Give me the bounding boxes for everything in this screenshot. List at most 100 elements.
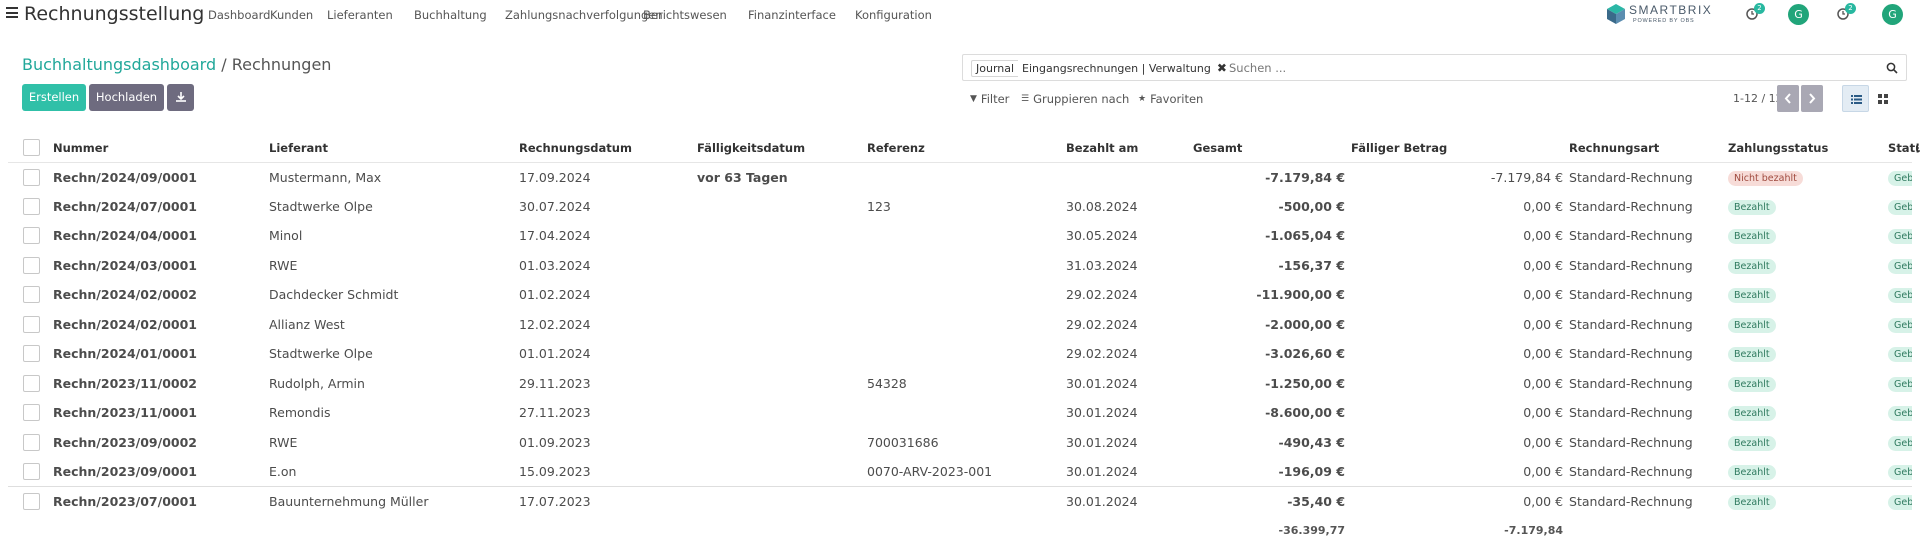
row-checkbox[interactable] bbox=[23, 315, 40, 333]
column-header-paid-on[interactable]: Bezahlt am bbox=[1066, 134, 1193, 163]
column-header-due-date[interactable]: Fälligkeitsdatum bbox=[697, 134, 867, 163]
avatar[interactable]: G bbox=[1788, 4, 1809, 25]
column-header-number[interactable]: Nummer bbox=[53, 134, 269, 163]
payment-status-cell: Bezahlt bbox=[1728, 310, 1888, 340]
row-checkbox[interactable] bbox=[23, 404, 40, 422]
supplier-name: Remondis bbox=[269, 405, 331, 421]
table-row[interactable]: Rechn/2023/11/0001 Remondis 27.11.2023 30.0… bbox=[8, 398, 1913, 428]
menu-toggle-icon[interactable] bbox=[6, 7, 18, 18]
filter-toggle[interactable]: ▼ Filter bbox=[970, 92, 1009, 106]
menu-item-konfiguration[interactable]: Konfiguration bbox=[855, 8, 932, 22]
due-date: vor 63 Tagen bbox=[697, 169, 788, 185]
pager-value[interactable]: 1-12 / 12 bbox=[1733, 92, 1783, 105]
activity-icon-2[interactable]: 2 bbox=[1837, 3, 1856, 21]
activity-icon[interactable]: 2 bbox=[1746, 3, 1765, 21]
payment-status-badge: Bezahlt bbox=[1728, 406, 1776, 422]
row-checkbox[interactable] bbox=[23, 463, 40, 480]
invoice-type: Standard-Rechnung bbox=[1569, 434, 1693, 450]
reference bbox=[867, 251, 1066, 281]
paid-on-date: 30.01.2024 bbox=[1066, 405, 1138, 421]
row-checkbox[interactable] bbox=[23, 256, 40, 274]
table-row[interactable]: Rechn/2023/07/0001 Bauunternehmung Müller… bbox=[8, 486, 1913, 516]
kanban-view-button[interactable] bbox=[1870, 85, 1897, 112]
menu-item-kunden[interactable]: Kunden bbox=[270, 8, 327, 22]
table-row[interactable]: Rechn/2024/02/0002 Dachdecker Schmidt 01.0… bbox=[8, 280, 1913, 310]
column-header-invoice-type[interactable]: Rechnungsart bbox=[1569, 134, 1729, 163]
breadcrumb-parent[interactable]: Buchhaltungsdashboard bbox=[22, 55, 216, 74]
invoice-type: Standard-Rechnung bbox=[1569, 257, 1693, 273]
column-header-payment-status[interactable]: Zahlungsstatus bbox=[1728, 134, 1889, 163]
invoice-type: Standard-Rechnung bbox=[1569, 228, 1693, 244]
invoice-date: 30.07.2024 bbox=[519, 198, 591, 214]
row-checkbox[interactable] bbox=[23, 345, 40, 363]
paid-on-date: 29.02.2024 bbox=[1066, 287, 1138, 303]
select-all-checkbox[interactable] bbox=[23, 139, 40, 157]
table-row[interactable]: Rechn/2024/09/0001 Mustermann, Max 17.09.2… bbox=[8, 162, 1913, 192]
row-checkbox[interactable] bbox=[23, 197, 40, 215]
search-icon[interactable] bbox=[1886, 62, 1898, 74]
table-row[interactable]: Rechn/2023/09/0002 RWE 01.09.2023 700031686… bbox=[8, 428, 1913, 458]
supplier-name: E.on bbox=[269, 464, 297, 479]
facet-remove-icon[interactable]: ✖ bbox=[1217, 61, 1227, 75]
menu-item-dashboard[interactable]: Dashboard bbox=[208, 8, 270, 22]
column-header-reference[interactable]: Referenz bbox=[867, 134, 1066, 163]
total-amount: -1.065,04 € bbox=[1265, 228, 1346, 244]
menu-item-buchhaltung[interactable]: Buchhaltung bbox=[414, 8, 505, 22]
column-header-status[interactable]: Status bbox=[1888, 134, 1920, 163]
star-icon: ★ bbox=[1138, 94, 1147, 104]
table-row[interactable]: Rechn/2024/03/0001 RWE 01.03.2024 31.03.202… bbox=[8, 251, 1913, 281]
menu-item-zahlungsnachverfolgungen[interactable]: Zahlungsnachverfolgungen bbox=[505, 8, 663, 22]
group-by-toggle[interactable]: ☰ Gruppieren nach bbox=[1021, 92, 1129, 106]
payment-status-badge: Bezahlt bbox=[1728, 317, 1776, 333]
amount-due: 0,00 € bbox=[1351, 486, 1570, 516]
column-header-amount-due[interactable]: Fälliger Betrag bbox=[1351, 134, 1570, 163]
table-row[interactable]: Rechn/2024/01/0001 Stadtwerke Olpe 01.01.2… bbox=[8, 339, 1913, 369]
row-checkbox[interactable] bbox=[23, 433, 40, 451]
menu-item-lieferanten[interactable]: Lieferanten bbox=[327, 8, 414, 22]
table-row[interactable]: Rechn/2024/02/0001 Allianz West 12.02.2024… bbox=[8, 310, 1913, 340]
status-cell: Gebucht bbox=[1888, 457, 1913, 487]
amount-due: 0,00 € bbox=[1523, 287, 1564, 303]
search-input[interactable] bbox=[1229, 59, 1829, 77]
payment-status-cell: Nicht bezahlt bbox=[1728, 162, 1888, 192]
menu-item-berichtswesen[interactable]: Berichtswesen bbox=[643, 8, 748, 22]
app-title[interactable]: Rechnungsstellung bbox=[24, 3, 204, 25]
breadcrumb-current: Rechnungen bbox=[231, 55, 332, 74]
payment-status-badge: Bezahlt bbox=[1728, 199, 1776, 215]
menu-item-finanzinterface[interactable]: Finanzinterface bbox=[748, 8, 855, 22]
totals-row: -36.399,77 -7.179,84 bbox=[8, 516, 1912, 545]
due-date bbox=[697, 486, 867, 516]
table-row[interactable]: Rechn/2023/11/0002 Rudolph, Armin 29.11.20… bbox=[8, 369, 1913, 399]
total-amount: -156,37 € bbox=[1278, 257, 1346, 273]
column-header-supplier[interactable]: Lieferant bbox=[269, 134, 519, 163]
row-checkbox[interactable] bbox=[23, 227, 40, 245]
column-header-total[interactable]: Gesamt bbox=[1193, 134, 1352, 163]
supplier-name: Stadtwerke Olpe bbox=[269, 198, 373, 214]
row-select-cell bbox=[8, 457, 53, 487]
row-checkbox[interactable] bbox=[23, 286, 40, 304]
invoice-number: Rechn/2024/07/0001 bbox=[53, 198, 197, 214]
pager-previous-button[interactable] bbox=[1777, 85, 1799, 112]
upload-button[interactable]: Hochladen bbox=[89, 84, 164, 111]
create-button[interactable]: Erstellen bbox=[22, 84, 86, 111]
table-row[interactable]: Rechn/2024/04/0001 Minol 17.04.2024 30.05.2… bbox=[8, 221, 1913, 251]
pager-next-button[interactable] bbox=[1801, 85, 1823, 112]
favorites-toggle[interactable]: ★ Favoriten bbox=[1138, 92, 1203, 106]
invoice-type: Standard-Rechnung bbox=[1569, 464, 1693, 479]
reference bbox=[867, 486, 1066, 516]
invoice-number: Rechn/2024/04/0001 bbox=[53, 228, 197, 244]
user-avatar[interactable]: G bbox=[1882, 4, 1903, 25]
total-amount: -500,00 € bbox=[1278, 198, 1346, 214]
row-checkbox[interactable] bbox=[23, 374, 40, 392]
list-view-button[interactable] bbox=[1842, 85, 1869, 112]
download-button[interactable] bbox=[167, 84, 194, 111]
row-checkbox[interactable] bbox=[23, 168, 40, 186]
column-header-invoice-date[interactable]: Rechnungsdatum bbox=[519, 134, 697, 163]
table-row[interactable]: Rechn/2023/09/0001 E.on 15.09.2023 0070-ARV… bbox=[8, 457, 1913, 487]
payment-status-cell: Bezahlt bbox=[1728, 221, 1888, 251]
amount-due: 0,00 € bbox=[1523, 346, 1564, 362]
reference bbox=[867, 339, 1066, 369]
row-checkbox[interactable] bbox=[23, 493, 40, 510]
status-badge: Gebucht bbox=[1888, 199, 1913, 215]
table-row[interactable]: Rechn/2024/07/0001 Stadtwerke Olpe 30.07.2… bbox=[8, 192, 1913, 222]
